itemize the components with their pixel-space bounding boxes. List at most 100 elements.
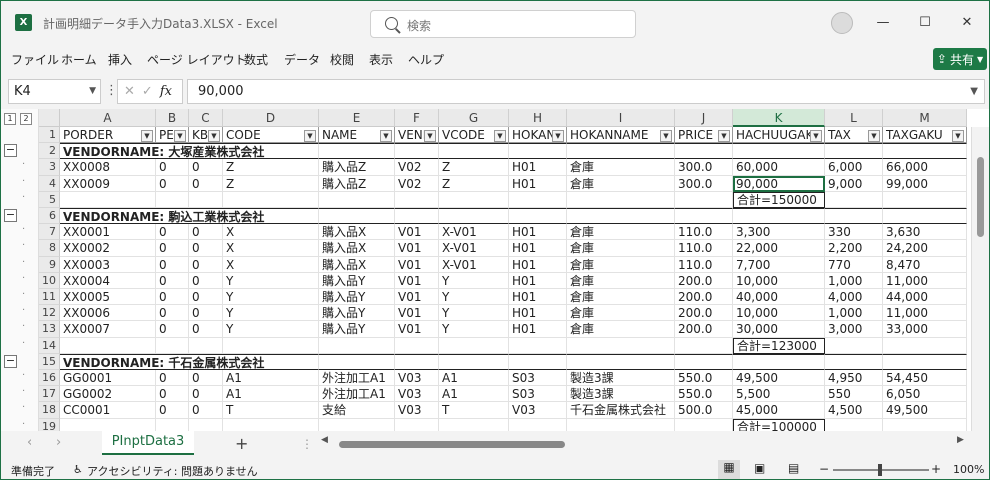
grid-cell[interactable]: 購入品Z xyxy=(319,175,395,192)
grid-cell[interactable]: 支給 xyxy=(319,402,395,419)
page-layout-view-icon[interactable]: ▣ xyxy=(754,461,765,475)
header-cell[interactable]: NAME ▼ xyxy=(319,127,395,144)
grid-cell[interactable]: Y xyxy=(439,305,509,322)
header-cell[interactable]: HOKAN ▼ xyxy=(509,127,567,144)
sheet-tab-pinptdata3[interactable]: PInptData3 xyxy=(102,431,194,455)
grid-cell[interactable] xyxy=(439,143,509,160)
header-cell[interactable]: HOKANNAME ▼ xyxy=(567,127,675,144)
grid-cell[interactable]: 倉庫 xyxy=(567,305,675,322)
grid-cell[interactable] xyxy=(567,353,675,370)
grid-cell[interactable]: Y xyxy=(439,321,509,338)
account-avatar[interactable] xyxy=(831,12,853,34)
header-cell[interactable]: PRICE ▼ xyxy=(675,127,733,144)
grid-cell[interactable]: 購入品Y xyxy=(319,289,395,306)
grid-cell[interactable] xyxy=(883,353,967,370)
grid-cell[interactable]: Y xyxy=(223,272,319,289)
grid-cell[interactable]: 5,500 xyxy=(733,386,825,403)
grid-cell[interactable] xyxy=(733,143,825,160)
grid-cell[interactable] xyxy=(883,208,967,225)
grid-cell[interactable]: 購入品X xyxy=(319,256,395,273)
grid-cell[interactable]: X-V01 xyxy=(439,240,509,257)
filter-dropdown-icon[interactable]: ▼ xyxy=(660,130,672,142)
grid-cell[interactable] xyxy=(567,208,675,225)
grid-cell[interactable]: 0 xyxy=(156,402,189,419)
grid-cell[interactable] xyxy=(439,337,509,354)
vendor-group-header[interactable]: VENDORNAME: 大塚産業株式会社 xyxy=(60,143,319,160)
grid-cell[interactable]: XX0007 xyxy=(60,321,156,338)
grid-cell[interactable] xyxy=(567,143,675,160)
grid-cell[interactable] xyxy=(395,191,439,208)
horizontal-scroll-thumb[interactable] xyxy=(339,441,565,448)
grid-cell[interactable]: 製造3課 xyxy=(567,386,675,403)
formula-input[interactable]: 90,000 ▼ xyxy=(187,79,985,104)
function-icon[interactable]: fx xyxy=(160,84,172,99)
grid-cell[interactable]: 0 xyxy=(189,370,223,387)
grid-cell[interactable]: 9,000 xyxy=(825,175,883,192)
grid-cell[interactable]: A1 xyxy=(223,370,319,387)
grid-cell[interactable]: 4,000 xyxy=(825,289,883,306)
grid-cell[interactable]: Z xyxy=(439,159,509,176)
grid-cell[interactable] xyxy=(567,191,675,208)
more-tabs-icon[interactable]: ⋮ xyxy=(301,437,313,451)
grid-cell[interactable]: 1,000 xyxy=(825,272,883,289)
horizontal-scrollbar[interactable]: ◀ ▶ xyxy=(321,435,965,449)
grid-cell[interactable] xyxy=(319,208,395,225)
grid-cell[interactable]: 200.0 xyxy=(675,321,733,338)
grid-cell[interactable]: V01 xyxy=(395,305,439,322)
grid-cell[interactable]: V03 xyxy=(395,386,439,403)
grid-cell[interactable]: 0 xyxy=(189,402,223,419)
grid-cell[interactable]: 倉庫 xyxy=(567,256,675,273)
grid-cell[interactable]: 11,000 xyxy=(883,305,967,322)
vertical-scroll-thumb[interactable] xyxy=(977,157,984,237)
grid-cell[interactable] xyxy=(567,418,675,431)
grid-cell[interactable]: XX0001 xyxy=(60,224,156,241)
grid-cell[interactable]: XX0002 xyxy=(60,240,156,257)
grid-cell[interactable]: A1 xyxy=(439,370,509,387)
grid-cell[interactable]: 0 xyxy=(189,272,223,289)
filter-dropdown-icon[interactable]: ▼ xyxy=(424,130,436,142)
grid-cell[interactable]: 0 xyxy=(156,370,189,387)
row-header[interactable]: 3 xyxy=(39,159,60,176)
menu-page-layout[interactable]: ページ レイアウト xyxy=(147,51,247,68)
grid-cell[interactable]: X-V01 xyxy=(439,224,509,241)
column-header-i[interactable]: I xyxy=(567,109,675,127)
filter-dropdown-icon[interactable]: ▼ xyxy=(494,130,506,142)
grid-cell[interactable]: XX0005 xyxy=(60,289,156,306)
grid-cell[interactable]: 購入品Y xyxy=(319,305,395,322)
grid-cell[interactable]: GG0001 xyxy=(60,370,156,387)
row-header[interactable]: 1 xyxy=(39,127,60,144)
grid-cell[interactable]: 2,200 xyxy=(825,240,883,257)
grid-cell[interactable]: V01 xyxy=(395,256,439,273)
grid-cell[interactable] xyxy=(189,191,223,208)
grid-cell[interactable]: V01 xyxy=(395,289,439,306)
row-header[interactable]: 7 xyxy=(39,224,60,241)
grid-cell[interactable]: GG0002 xyxy=(60,386,156,403)
row-header[interactable]: 2 xyxy=(39,143,60,160)
menu-data[interactable]: データ xyxy=(284,51,320,68)
header-cell[interactable]: PE ▼ xyxy=(156,127,189,144)
grid-cell[interactable]: Y xyxy=(439,289,509,306)
grid-cell[interactable] xyxy=(825,191,883,208)
grid-cell[interactable]: V02 xyxy=(395,159,439,176)
select-all-corner[interactable] xyxy=(39,109,60,127)
zoom-out-button[interactable]: − xyxy=(819,462,829,476)
grid-cell[interactable]: 倉庫 xyxy=(567,159,675,176)
column-header-d[interactable]: D xyxy=(223,109,319,127)
header-cell[interactable]: KB ▼ xyxy=(189,127,223,144)
grid-cell[interactable]: 200.0 xyxy=(675,289,733,306)
grid-cell[interactable] xyxy=(189,418,223,431)
grid-cell[interactable]: XX0004 xyxy=(60,272,156,289)
grid-cell[interactable]: 倉庫 xyxy=(567,240,675,257)
menu-formulas[interactable]: 数式 xyxy=(244,51,268,68)
grid-cell[interactable]: V01 xyxy=(395,272,439,289)
grid-cell[interactable]: 0 xyxy=(189,240,223,257)
grid-cell[interactable]: H01 xyxy=(509,224,567,241)
grid-cell[interactable]: 550.0 xyxy=(675,370,733,387)
grid-cell[interactable]: H01 xyxy=(509,289,567,306)
grid-cell[interactable]: 3,630 xyxy=(883,224,967,241)
grid-cell[interactable] xyxy=(509,143,567,160)
grid-cell[interactable]: 3,000 xyxy=(825,321,883,338)
filter-dropdown-icon[interactable]: ▼ xyxy=(174,130,186,142)
grid-cell[interactable] xyxy=(319,353,395,370)
grid-cell[interactable] xyxy=(509,337,567,354)
